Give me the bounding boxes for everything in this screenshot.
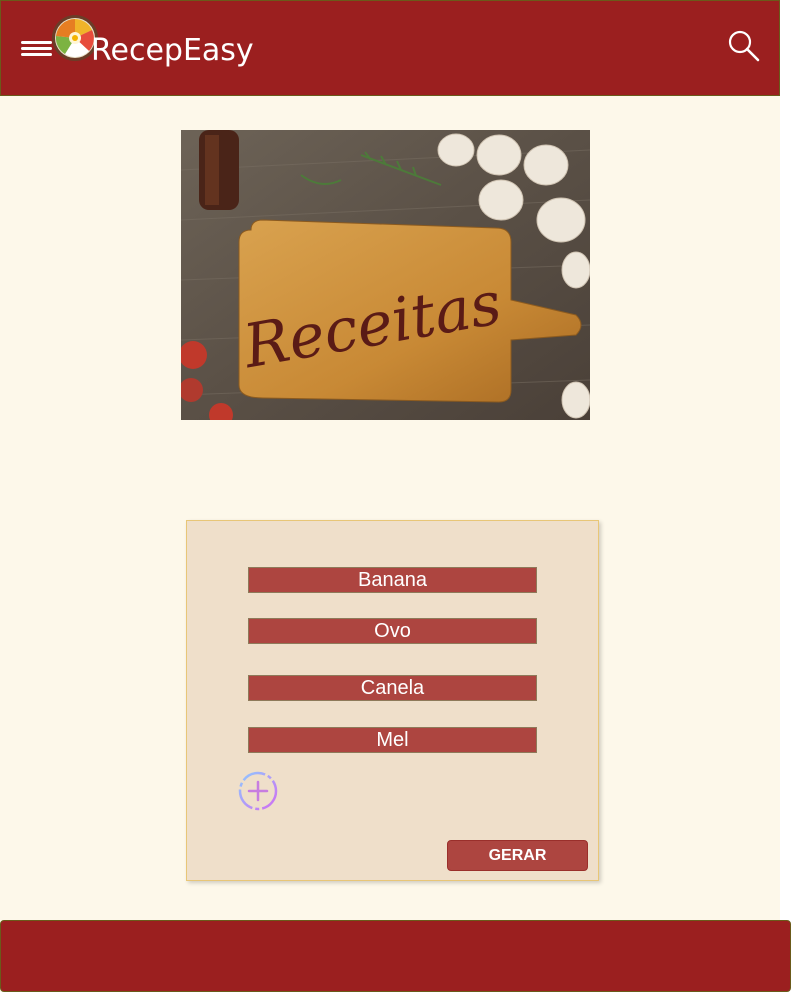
ingredient-field[interactable]: Ovo (248, 618, 537, 644)
app-header: RecepEasy (0, 0, 780, 96)
ingredients-card: Banana Ovo Canela Mel GERAR (186, 520, 599, 881)
ingredient-field[interactable]: Mel (248, 727, 537, 753)
add-circle-icon[interactable] (237, 770, 279, 812)
search-icon[interactable] (727, 29, 761, 63)
generate-button[interactable]: GERAR (447, 840, 588, 871)
ingredient-field[interactable]: Canela (248, 675, 537, 701)
hamburger-menu-icon[interactable] (21, 41, 52, 61)
app-title: RecepEasy (91, 33, 254, 68)
ingredient-field[interactable]: Banana (248, 567, 537, 593)
app-footer (0, 920, 791, 992)
recipes-hero-image: Receitas (181, 130, 590, 420)
